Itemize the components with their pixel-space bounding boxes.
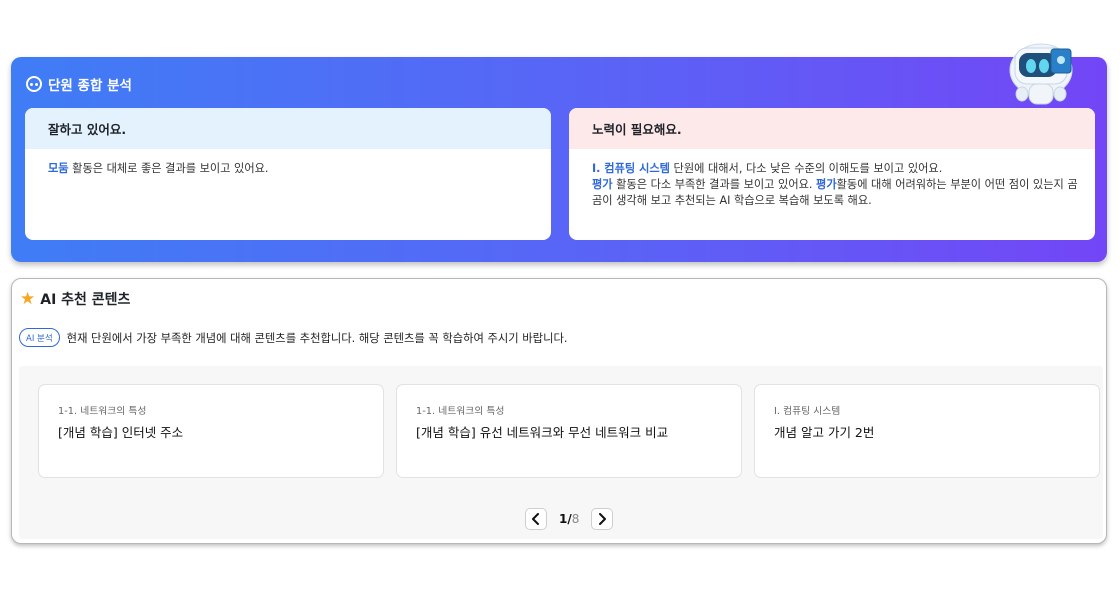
strength-text: 활동은 대체로 좋은 결과를 보이고 있어요.	[68, 162, 269, 175]
recommend-description-row: AI 분석 현재 단원에서 가장 부족한 개념에 대해 콘텐츠를 추천합니다. …	[19, 328, 567, 347]
recommend-item[interactable]: I. 컴퓨팅 시스템 개념 알고 가기 2번	[754, 384, 1100, 478]
item-title: [개념 학습] 인터넷 주소	[58, 425, 184, 440]
weakness-unit-highlight: I. 컴퓨팅 시스템	[592, 162, 670, 175]
recommend-item[interactable]: 1-1. 네트워크의 특성 [개념 학습] 인터넷 주소	[38, 384, 384, 478]
analysis-title: 단원 종합 분석	[26, 74, 132, 94]
star-icon: ★	[20, 288, 36, 309]
item-unit: 1-1. 네트워크의 특성	[416, 406, 505, 417]
ai-recommend-panel: ★ AI 추천 콘텐츠 AI 분석 현재 단원에서 가장 부족한 개념에 대해 …	[11, 278, 1107, 544]
weakness-card-header: 노력이 필요해요.	[569, 108, 1095, 149]
item-title: [개념 학습] 유선 네트워크와 무선 네트워크 비교	[416, 425, 669, 440]
next-page-button[interactable]	[591, 508, 614, 530]
strength-highlight: 모둠	[48, 162, 69, 175]
strength-card-header: 잘하고 있어요.	[25, 108, 551, 149]
item-unit: 1-1. 네트워크의 특성	[58, 406, 147, 417]
pagination: 1/8	[525, 508, 614, 530]
robot-mascot	[1009, 43, 1073, 105]
weakness-activity-text: 활동은 다소 부족한 결과를 보이고 있어요.	[612, 178, 817, 191]
weakness-activity-highlight-2: 평가	[816, 178, 837, 191]
chevron-right-icon	[599, 513, 607, 525]
recommend-title: ★ AI 추천 콘텐츠	[20, 289, 130, 309]
weakness-line-2: 평가 활동은 다소 부족한 결과를 보이고 있어요. 평가활동에 대해 어려워하…	[592, 177, 1083, 209]
item-unit: I. 컴퓨팅 시스템	[774, 406, 841, 417]
analysis-eyes-icon	[26, 76, 42, 92]
weakness-activity-highlight: 평가	[592, 178, 613, 191]
ai-analysis-badge: AI 분석	[19, 328, 60, 347]
strength-card-body: 모둠 활동은 대체로 좋은 결과를 보이고 있어요.	[25, 149, 551, 177]
item-title: 개념 알고 가기 2번	[774, 425, 875, 440]
unit-analysis-panel: 단원 종합 분석 잘하고 있어요. 모둠 활동은 대체로 좋은 결과를 보이고 …	[11, 57, 1107, 262]
recommend-list: 1-1. 네트워크의 특성 [개념 학습] 인터넷 주소 1-1. 네트워크의 …	[19, 366, 1103, 539]
recommend-item[interactable]: 1-1. 네트워크의 특성 [개념 학습] 유선 네트워크와 무선 네트워크 비…	[396, 384, 742, 478]
weakness-card: 노력이 필요해요. I. 컴퓨팅 시스템 단원에 대해서, 다소 낮은 수준의 …	[569, 108, 1095, 240]
weakness-unit-text: 단원에 대해서, 다소 낮은 수준의 이해도를 보이고 있어요.	[669, 162, 943, 175]
prev-page-button[interactable]	[525, 508, 547, 530]
strength-card: 잘하고 있어요. 모둠 활동은 대체로 좋은 결과를 보이고 있어요.	[25, 108, 551, 240]
recommend-title-text: AI 추천 콘텐츠	[40, 292, 131, 308]
page-indicator: 1/8	[559, 512, 579, 526]
total-pages: 8	[571, 512, 580, 526]
recommend-description: 현재 단원에서 가장 부족한 개념에 대해 콘텐츠를 추천합니다. 해당 콘텐츠…	[66, 331, 568, 345]
weakness-line-1: I. 컴퓨팅 시스템 단원에 대해서, 다소 낮은 수준의 이해도를 보이고 있…	[592, 161, 1083, 177]
chevron-left-icon	[532, 513, 539, 525]
weakness-card-body: I. 컴퓨팅 시스템 단원에 대해서, 다소 낮은 수준의 이해도를 보이고 있…	[569, 149, 1095, 209]
analysis-title-text: 단원 종합 분석	[48, 78, 132, 94]
